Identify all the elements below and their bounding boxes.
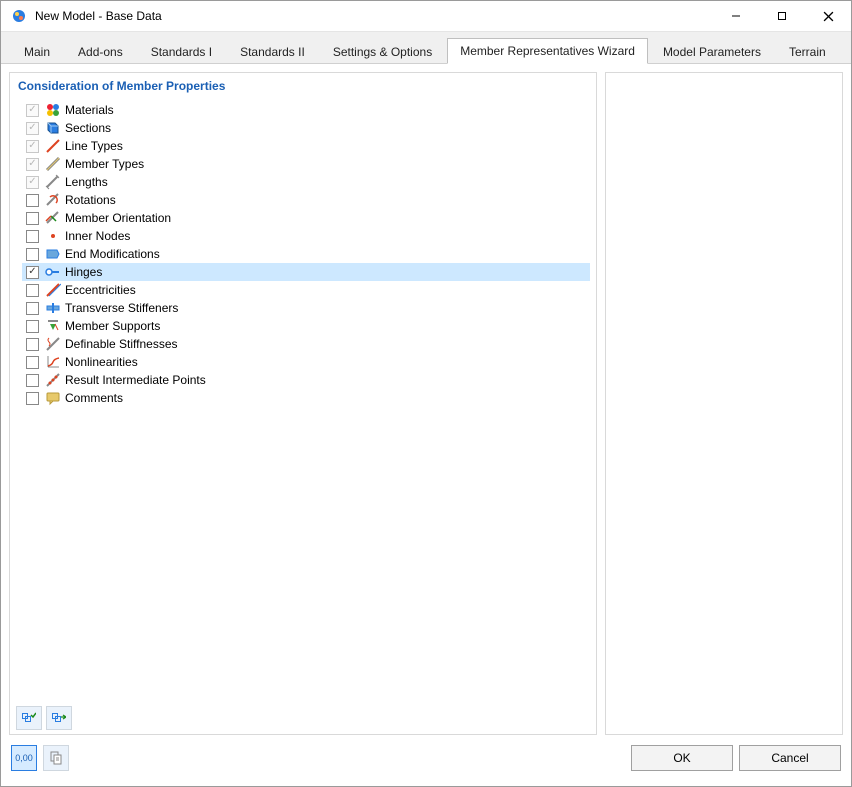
tabstrip: MainAdd-onsStandards IStandards IISettin… (1, 32, 851, 64)
hinges-icon (45, 264, 61, 280)
checkbox[interactable] (26, 356, 39, 369)
property-label: Transverse Stiffeners (65, 301, 178, 315)
dialog-footer: 0,00 OK Cancel (1, 737, 851, 786)
property-row-definable-stiffnesses[interactable]: Definable Stiffnesses (22, 335, 590, 353)
property-row-result-intermediate-points[interactable]: Result Intermediate Points (22, 371, 590, 389)
line-types-icon (45, 138, 61, 154)
supports-icon (45, 318, 61, 334)
dialog-window: New Model - Base Data MainAdd-onsStandar… (0, 0, 852, 787)
property-row-comments[interactable]: Comments (22, 389, 590, 407)
property-row-sections[interactable]: ✓ Sections (22, 119, 590, 137)
tab-main[interactable]: Main (11, 39, 63, 64)
tab-standards-i[interactable]: Standards I (138, 39, 225, 64)
property-row-lengths[interactable]: ✓ Lengths (22, 173, 590, 191)
property-label: Rotations (65, 193, 116, 207)
checkbox: ✓ (26, 122, 39, 135)
titlebar: New Model - Base Data (1, 1, 851, 32)
copy-settings-button[interactable] (43, 745, 69, 771)
checkbox: ✓ (26, 104, 39, 117)
checkbox[interactable] (26, 284, 39, 297)
property-label: Comments (65, 391, 123, 405)
property-label: Member Types (65, 157, 144, 171)
def-stiff-icon (45, 336, 61, 352)
window-title: New Model - Base Data (35, 9, 162, 23)
cancel-button[interactable]: Cancel (739, 745, 841, 771)
inner-nodes-icon (45, 228, 61, 244)
footer-left: 0,00 (11, 745, 69, 771)
right-panel (605, 72, 843, 735)
tab-add-ons[interactable]: Add-ons (65, 39, 136, 64)
stiffeners-icon (45, 300, 61, 316)
maximize-button[interactable] (759, 1, 805, 31)
tab-member-representatives-wizard[interactable]: Member Representatives Wizard (447, 38, 648, 64)
tree-toolbar (10, 702, 596, 734)
checkbox[interactable]: ✓ (26, 266, 39, 279)
property-row-inner-nodes[interactable]: Inner Nodes (22, 227, 590, 245)
checkbox: ✓ (26, 158, 39, 171)
sections-icon (45, 120, 61, 136)
property-row-materials[interactable]: ✓ Materials (22, 101, 590, 119)
checkbox[interactable] (26, 320, 39, 333)
property-label: Definable Stiffnesses (65, 337, 178, 351)
property-label: End Modifications (65, 247, 160, 261)
property-tree: ✓ Materials ✓ Sections ✓ Line Types ✓ Member Ty… (10, 99, 596, 702)
property-label: Sections (65, 121, 111, 135)
property-row-transverse-stiffeners[interactable]: Transverse Stiffeners (22, 299, 590, 317)
property-label: Hinges (65, 265, 102, 279)
section-title: Consideration of Member Properties (10, 79, 596, 99)
property-row-member-orientation[interactable]: Member Orientation (22, 209, 590, 227)
close-button[interactable] (805, 1, 851, 31)
property-row-eccentricities[interactable]: Eccentricities (22, 281, 590, 299)
checkbox[interactable] (26, 374, 39, 387)
tab-history[interactable]: History (841, 39, 852, 64)
minimize-button[interactable] (713, 1, 759, 31)
property-row-hinges[interactable]: ✓ Hinges (22, 263, 590, 281)
comments-icon (45, 390, 61, 406)
member-types-icon (45, 156, 61, 172)
property-label: Line Types (65, 139, 123, 153)
property-label: Member Orientation (65, 211, 171, 225)
checkbox[interactable] (26, 302, 39, 315)
materials-icon (45, 102, 61, 118)
property-label: Lengths (65, 175, 108, 189)
tab-standards-ii[interactable]: Standards II (227, 39, 318, 64)
app-icon (11, 8, 27, 24)
tab-settings-options[interactable]: Settings & Options (320, 39, 445, 64)
tab-model-parameters[interactable]: Model Parameters (650, 39, 774, 64)
property-label: Member Supports (65, 319, 160, 333)
property-label: Materials (65, 103, 114, 117)
end-mod-icon (45, 246, 61, 262)
checkbox[interactable] (26, 194, 39, 207)
eccentric-icon (45, 282, 61, 298)
orientation-icon (45, 210, 61, 226)
tab-terrain[interactable]: Terrain (776, 39, 839, 64)
deselect-all-button[interactable] (46, 706, 72, 730)
lengths-icon (45, 174, 61, 190)
property-label: Result Intermediate Points (65, 373, 206, 387)
left-panel: Consideration of Member Properties ✓ Mate… (9, 72, 597, 735)
property-label: Eccentricities (65, 283, 136, 297)
property-row-line-types[interactable]: ✓ Line Types (22, 137, 590, 155)
property-row-end-modifications[interactable]: End Modifications (22, 245, 590, 263)
dialog-body: Consideration of Member Properties ✓ Mate… (1, 64, 851, 737)
result-points-icon (45, 372, 61, 388)
ok-button[interactable]: OK (631, 745, 733, 771)
units-button[interactable]: 0,00 (11, 745, 37, 771)
checkbox: ✓ (26, 176, 39, 189)
select-all-button[interactable] (16, 706, 42, 730)
rotations-icon (45, 192, 61, 208)
property-row-member-supports[interactable]: Member Supports (22, 317, 590, 335)
property-row-member-types[interactable]: ✓ Member Types (22, 155, 590, 173)
property-row-nonlinearities[interactable]: Nonlinearities (22, 353, 590, 371)
checkbox: ✓ (26, 140, 39, 153)
nonlinear-icon (45, 354, 61, 370)
checkbox[interactable] (26, 338, 39, 351)
checkbox[interactable] (26, 248, 39, 261)
checkbox[interactable] (26, 392, 39, 405)
property-label: Inner Nodes (65, 229, 130, 243)
checkbox[interactable] (26, 212, 39, 225)
checkbox[interactable] (26, 230, 39, 243)
property-row-rotations[interactable]: Rotations (22, 191, 590, 209)
property-label: Nonlinearities (65, 355, 138, 369)
